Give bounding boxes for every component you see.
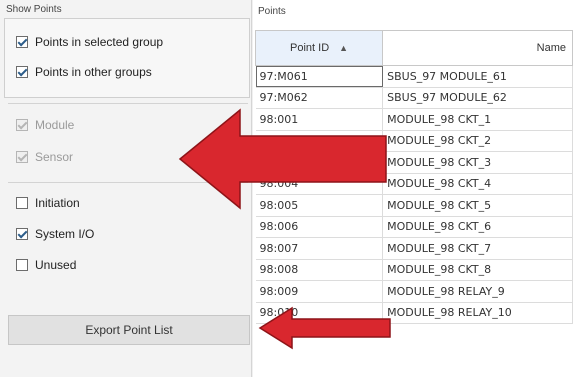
checkbox-unchecked-icon[interactable]	[16, 259, 28, 271]
point-name-cell[interactable]: MODULE_98 CKT_7	[382, 237, 573, 260]
small-red-arrow-icon	[258, 306, 391, 350]
point-name-cell[interactable]: MODULE_98 CKT_1	[382, 108, 573, 131]
system-io-checkbox[interactable]: System I/O	[16, 224, 94, 244]
checkbox-checked-icon[interactable]	[16, 119, 28, 131]
divider	[8, 103, 248, 104]
point-name-cell[interactable]: MODULE_98 CKT_5	[382, 194, 573, 217]
checkbox-checked-icon[interactable]	[16, 66, 28, 78]
point-name-cell[interactable]: MODULE_98 CKT_4	[382, 173, 573, 195]
table-row[interactable]: 98:008 MODULE_98 CKT_8	[255, 259, 573, 281]
point-id-cell[interactable]: 98:009	[255, 280, 384, 303]
show-points-title: Show Points	[6, 4, 62, 15]
points-in-selected-group-checkbox[interactable]: Points in selected group	[16, 32, 163, 52]
checkbox-label: Initiation	[35, 196, 80, 210]
arrow-shape	[178, 108, 387, 210]
table-row[interactable]: 98:009 MODULE_98 RELAY_9	[255, 280, 573, 303]
checkbox-label: Module	[35, 118, 75, 132]
point-name-cell[interactable]: SBUS_97 MODULE_61	[382, 65, 573, 88]
point-name-cell[interactable]: MODULE_98 CKT_6	[382, 216, 573, 238]
point-id-cell[interactable]: 98:007	[255, 237, 384, 260]
show-points-group	[4, 18, 250, 98]
point-name-cell[interactable]: MODULE_98 RELAY_10	[382, 302, 573, 324]
column-header-label: Name	[536, 42, 566, 54]
checkbox-label: Points in selected group	[35, 35, 164, 49]
initiation-checkbox[interactable]: Initiation	[16, 193, 80, 213]
large-red-arrow-icon	[178, 108, 387, 210]
export-point-list-button[interactable]: Export Point List	[8, 315, 250, 345]
table-row[interactable]: 98:007 MODULE_98 CKT_7	[255, 237, 573, 260]
point-id-cell[interactable]: 97:M062	[255, 87, 384, 109]
points-title: Points	[258, 6, 286, 17]
checkbox-checked-icon[interactable]	[16, 151, 28, 163]
point-id-cell[interactable]: 97:M061	[255, 65, 384, 88]
point-id-cell[interactable]: 98:006	[255, 216, 384, 238]
checkbox-checked-icon[interactable]	[16, 228, 28, 240]
sensor-checkbox[interactable]: Sensor	[16, 147, 73, 167]
table-row[interactable]: 97:M062 SBUS_97 MODULE_62	[255, 87, 573, 109]
checkbox-unchecked-icon[interactable]	[16, 197, 28, 209]
table-row[interactable]: 97:M061 SBUS_97 MODULE_61	[255, 65, 573, 88]
table-row[interactable]: 98:006 MODULE_98 CKT_6	[255, 216, 573, 238]
checkbox-label: Unused	[35, 258, 77, 272]
points-in-other-groups-checkbox[interactable]: Points in other groups	[16, 62, 152, 82]
point-name-cell[interactable]: MODULE_98 CKT_3	[382, 151, 573, 174]
point-name-cell[interactable]: MODULE_98 CKT_2	[382, 130, 573, 152]
arrow-shape	[258, 306, 391, 350]
point-id-cell[interactable]: 98:008	[255, 259, 384, 281]
checkbox-label: System I/O	[35, 227, 95, 241]
point-name-cell[interactable]: MODULE_98 RELAY_9	[382, 280, 573, 303]
checkbox-checked-icon[interactable]	[16, 36, 28, 48]
checkbox-label: Points in other groups	[35, 65, 152, 79]
column-header-name[interactable]: Name	[382, 30, 573, 66]
sort-ascending-icon: ▲	[339, 43, 349, 53]
unused-checkbox[interactable]: Unused	[16, 255, 76, 275]
module-checkbox[interactable]: Module	[16, 115, 74, 135]
column-header-point-id[interactable]: Point ID ▲	[254, 30, 384, 66]
checkbox-label: Sensor	[35, 150, 74, 164]
point-name-cell[interactable]: SBUS_97 MODULE_62	[382, 87, 573, 109]
point-name-cell[interactable]: MODULE_98 CKT_8	[382, 259, 573, 281]
column-header-label: Point ID	[290, 42, 330, 54]
